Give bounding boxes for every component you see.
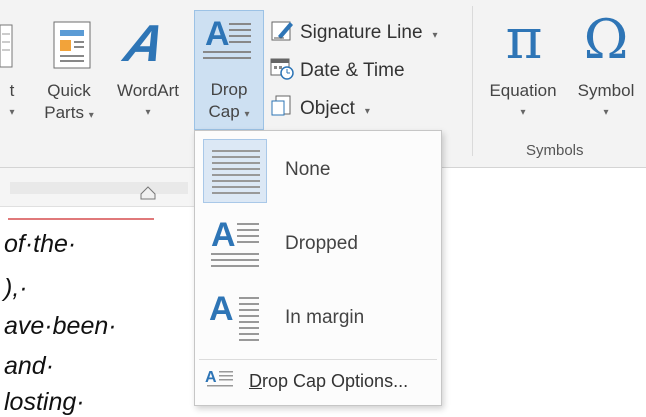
wordart-button[interactable]: WordArt ▾ xyxy=(104,80,192,124)
menu-item-none-label: None xyxy=(285,159,331,180)
partial-button-icon xyxy=(0,24,14,68)
signature-line-label: Signature Line xyxy=(300,22,423,43)
in-margin-thumbnail-icon: A xyxy=(203,287,267,351)
menu-item-in-margin[interactable]: A In margin xyxy=(199,285,437,353)
none-thumbnail-icon xyxy=(203,139,267,203)
partial-left-label: t xyxy=(9,81,15,100)
wordart-icon: A xyxy=(119,15,171,73)
drop-cap-glyph: A xyxy=(205,15,230,53)
ruler-indent-marker-icon[interactable] xyxy=(140,186,156,200)
menu-item-in-margin-label: In margin xyxy=(285,307,365,328)
horizontal-ruler[interactable] xyxy=(0,168,194,207)
doc-line: of·the· xyxy=(4,230,77,258)
doc-line: and· xyxy=(4,352,55,380)
wordart-label: WordArt xyxy=(116,81,180,100)
equation-button[interactable]: Equation ▾ xyxy=(478,80,568,124)
quick-parts-label-2: Parts ▾ xyxy=(44,103,94,122)
chevron-down-icon: ▾ xyxy=(520,107,526,118)
symbol-icon: Ω xyxy=(576,8,636,72)
symbol-button[interactable]: Symbol ▾ xyxy=(568,80,644,124)
wordart-glyph: A xyxy=(118,15,171,73)
menu-item-dropped-label: Dropped xyxy=(285,233,358,254)
symbol-label: Symbol xyxy=(577,81,635,100)
equation-label: Equation xyxy=(489,81,557,100)
chevron-down-icon: ▾ xyxy=(603,107,609,118)
chevron-down-icon: ▾ xyxy=(244,109,250,120)
page-margin-line xyxy=(8,212,154,220)
object-button[interactable]: Object ▾ xyxy=(270,94,370,120)
menu-separator xyxy=(199,359,437,360)
drop-cap-button[interactable]: A Drop Cap ▾ xyxy=(194,10,264,130)
symbols-group-label: Symbols xyxy=(526,142,584,159)
doc-line: ave·been· xyxy=(4,312,117,340)
drop-cap-options-icon: A xyxy=(205,369,235,393)
chevron-down-icon: ▾ xyxy=(145,107,151,118)
chevron-down-icon: ▾ xyxy=(9,107,15,118)
symbol-glyph: Ω xyxy=(583,8,629,71)
quick-parts-label-1: Quick xyxy=(47,81,91,100)
date-time-button[interactable]: Date & Time xyxy=(270,56,405,82)
drop-cap-label-2: Cap ▾ xyxy=(208,102,250,121)
drop-cap-icon: A xyxy=(203,15,255,63)
drop-cap-options-label: Drop Cap Options... xyxy=(249,371,409,391)
options-accelerator: D xyxy=(249,371,262,391)
ruler-track xyxy=(10,182,188,194)
equation-icon: π xyxy=(494,8,554,72)
date-time-label: Date & Time xyxy=(300,60,405,81)
drop-cap-options-item[interactable]: A Drop Cap Options... xyxy=(199,363,437,399)
object-icon xyxy=(271,95,291,116)
partial-left-button[interactable]: t ▾ xyxy=(6,80,18,124)
chevron-down-icon: ▾ xyxy=(364,106,370,117)
equation-glyph: π xyxy=(505,7,543,72)
signature-line-icon xyxy=(271,21,293,41)
chevron-down-icon: ▾ xyxy=(432,30,438,41)
dropped-thumbnail-icon: A xyxy=(203,213,267,277)
doc-line: ),· xyxy=(4,274,28,302)
quick-parts-icon xyxy=(52,20,92,70)
date-time-icon xyxy=(270,58,294,80)
drop-cap-menu: None A Dropped A In margin A Drop Cap Op… xyxy=(194,130,442,406)
menu-item-none[interactable]: None xyxy=(199,137,437,205)
chevron-down-icon: ▾ xyxy=(88,110,94,121)
group-separator xyxy=(472,6,473,156)
menu-item-dropped[interactable]: A Dropped xyxy=(199,211,437,279)
drop-cap-label-1: Drop xyxy=(210,80,248,99)
doc-line: losting· xyxy=(4,388,85,416)
object-label: Object xyxy=(300,98,355,119)
quick-parts-button[interactable]: Quick Parts ▾ xyxy=(38,80,100,127)
signature-line-button[interactable]: Signature Line ▾ xyxy=(270,18,438,44)
drop-cap-text: Drop Cap ▾ xyxy=(195,79,263,126)
